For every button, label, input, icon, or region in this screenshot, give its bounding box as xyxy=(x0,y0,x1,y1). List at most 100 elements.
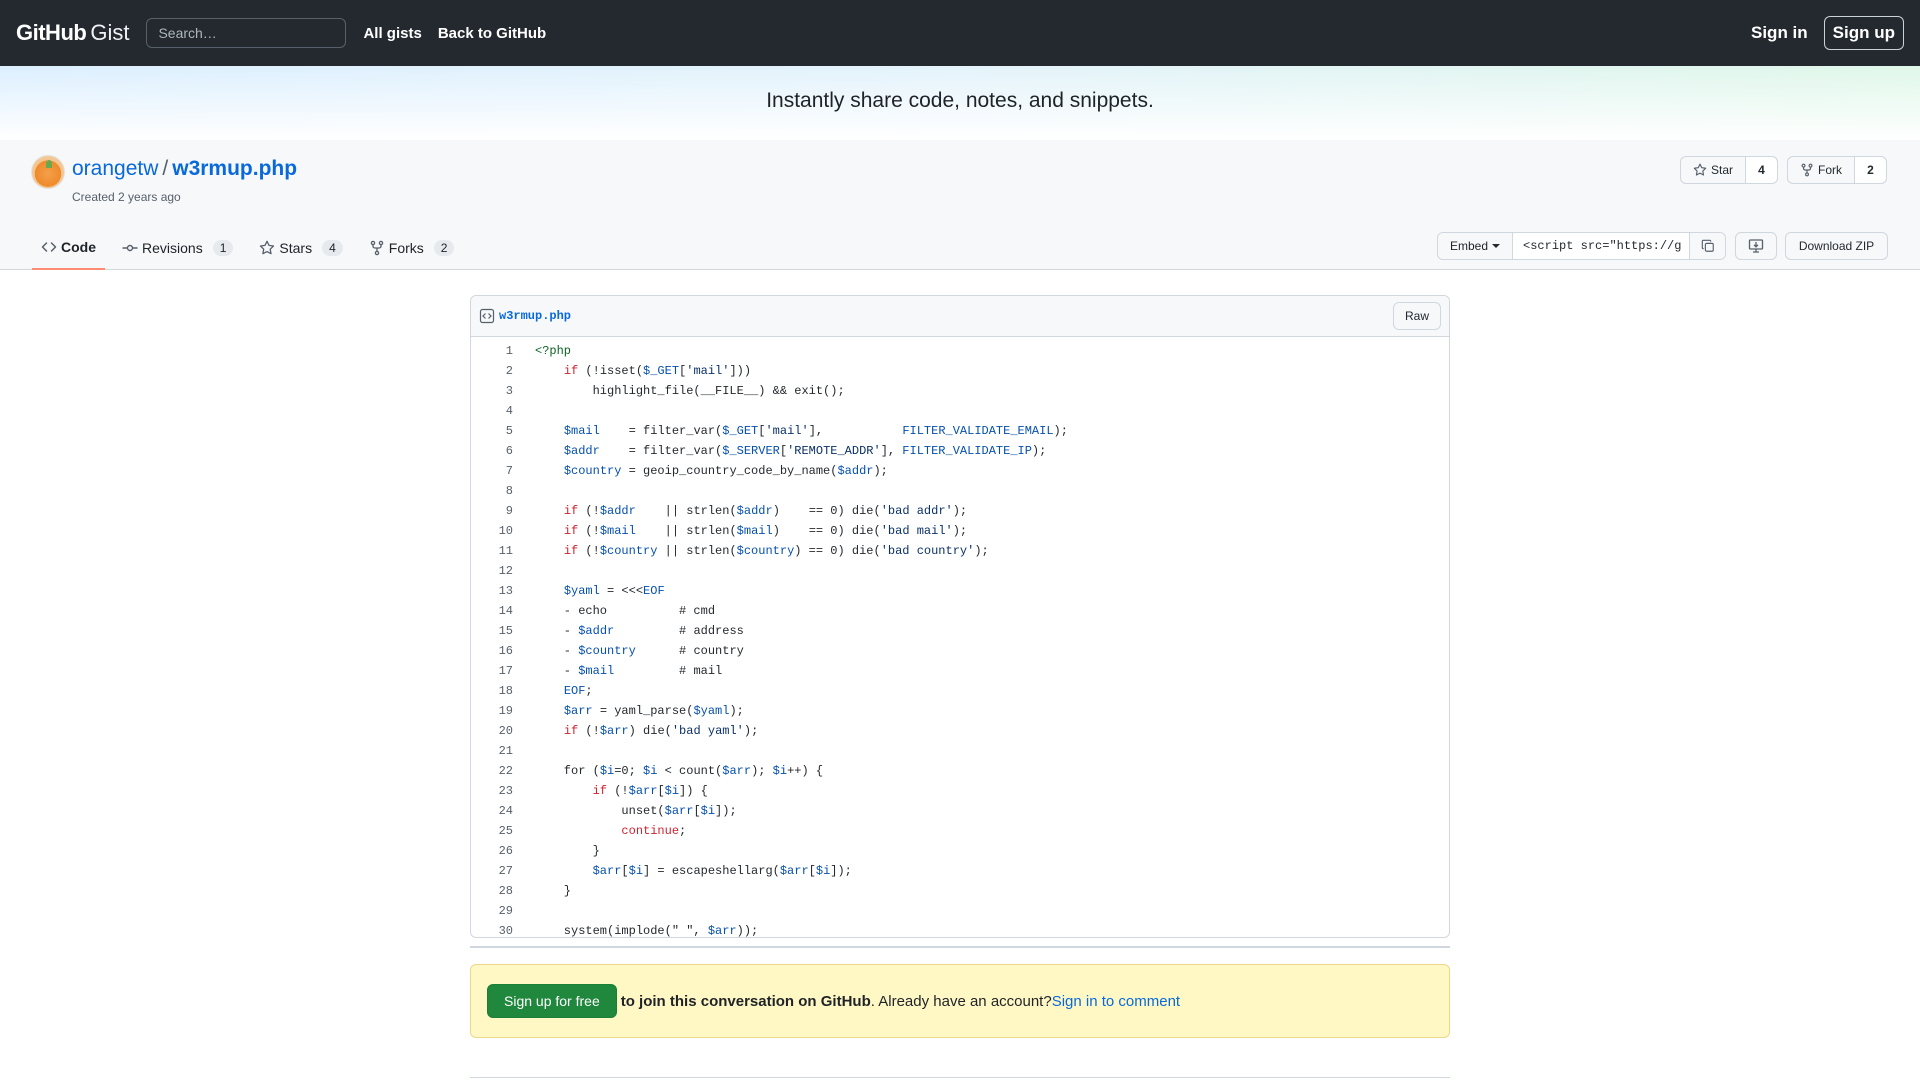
line-number[interactable]: 22 xyxy=(471,764,513,778)
code-view: 1 <?php 2 if (!isset($_GET['mail'])) 3 high… xyxy=(471,337,1449,938)
code-icon xyxy=(41,242,57,252)
nav-back-to-github[interactable]: Back to GitHub xyxy=(438,25,546,42)
line-number[interactable]: 28 xyxy=(471,884,513,898)
line-number[interactable]: 1 xyxy=(471,344,513,358)
line-number[interactable]: 12 xyxy=(471,564,513,578)
code-text: } xyxy=(535,844,600,858)
line-number[interactable]: 10 xyxy=(471,524,513,538)
revisions-count: 1 xyxy=(212,240,234,256)
line-number[interactable]: 23 xyxy=(471,784,513,798)
tab-code[interactable]: Code xyxy=(32,236,105,270)
line-number[interactable]: 24 xyxy=(471,804,513,818)
line-number[interactable]: 25 xyxy=(471,824,513,838)
raw-button[interactable]: Raw xyxy=(1392,302,1441,330)
code-line: 5 $mail = filter_var($_GET['mail'], FILT… xyxy=(471,421,1449,441)
file-name-link[interactable]: w3rmup.php xyxy=(499,309,571,323)
code-text: for ($i=0; $i < count($arr); $i++) { xyxy=(535,764,824,778)
line-number[interactable]: 9 xyxy=(471,504,513,518)
code-line: 19 $arr = yaml_parse($yaml); xyxy=(471,701,1449,721)
fork-count[interactable]: 2 xyxy=(1855,157,1886,183)
code-text: system(implode(" ", $arr)); xyxy=(535,924,759,938)
forks-count: 2 xyxy=(433,240,455,256)
open-in-desktop-button[interactable] xyxy=(1735,232,1777,260)
avatar[interactable] xyxy=(31,155,65,189)
star-button[interactable]: Star 4 xyxy=(1680,156,1779,184)
fork-button[interactable]: Fork 2 xyxy=(1787,156,1887,184)
stars-count: 4 xyxy=(322,240,343,256)
tab-code-label: Code xyxy=(61,239,96,255)
gist-title: orangetw / w3rmup.php xyxy=(72,157,297,181)
line-number[interactable]: 7 xyxy=(471,464,513,478)
gist-filename-link[interactable]: w3rmup.php xyxy=(172,157,297,181)
tagline-banner: Instantly share code, notes, and snippet… xyxy=(0,66,1920,140)
code-text: continue; xyxy=(621,824,687,838)
code-text: $arr = yaml_parse($yaml); xyxy=(563,704,744,718)
line-number[interactable]: 8 xyxy=(471,484,513,498)
embed-select[interactable]: Embed xyxy=(1438,233,1514,259)
star-label-area[interactable]: Star xyxy=(1681,157,1747,183)
code-text: $addr = filter_var($_SERVER['REMOTE_ADDR… xyxy=(563,444,1047,458)
code-line: 2 if (!isset($_GET['mail'])) xyxy=(471,361,1449,381)
line-number[interactable]: 14 xyxy=(471,604,513,618)
line-number[interactable]: 26 xyxy=(471,844,513,858)
line-number[interactable]: 5 xyxy=(471,424,513,438)
tab-forks[interactable]: Forks 2 xyxy=(360,236,464,270)
line-number[interactable]: 11 xyxy=(471,544,513,558)
line-number[interactable]: 2 xyxy=(471,364,513,378)
line-number[interactable]: 30 xyxy=(471,924,513,937)
desktop-download-icon xyxy=(1748,239,1764,253)
code-line: 11 if (!$country || strlen($country) == … xyxy=(471,541,1449,561)
owner-link[interactable]: orangetw xyxy=(72,157,158,181)
prompt-bold-text: to join this conversation on GitHub xyxy=(620,992,871,1010)
top-nav-bar: GitHub Gist All gists Back to GitHub Sig… xyxy=(0,0,1920,66)
code-line: 6 $addr = filter_var($_SERVER['REMOTE_AD… xyxy=(471,441,1449,461)
code-line: 18 EOF; xyxy=(471,681,1449,701)
line-number[interactable]: 18 xyxy=(471,684,513,698)
code-text: if (!$country || strlen($country) == 0) … xyxy=(563,544,989,558)
section-divider xyxy=(470,946,1450,948)
code-text: - $addr # address xyxy=(535,624,744,638)
github-gist-logo[interactable]: GitHub Gist xyxy=(16,20,129,46)
embed-url-field[interactable]: <script src="https://g xyxy=(1513,233,1689,259)
tab-revisions[interactable]: Revisions 1 xyxy=(113,236,242,270)
star-label: Star xyxy=(1711,163,1734,177)
line-number[interactable]: 27 xyxy=(471,864,513,878)
code-text: if (!$mail || strlen($mail) == 0) die('b… xyxy=(563,524,968,538)
line-number[interactable]: 15 xyxy=(471,624,513,638)
code-text: <?php xyxy=(535,344,572,358)
sign-in-link[interactable]: Sign in xyxy=(1751,23,1808,43)
line-number[interactable]: 20 xyxy=(471,724,513,738)
code-line: 24 unset($arr[$i]); xyxy=(471,801,1449,821)
line-number[interactable]: 13 xyxy=(471,584,513,598)
line-number[interactable]: 29 xyxy=(471,904,513,918)
code-text: if (!$arr[$i]) { xyxy=(592,784,708,798)
code-line: 8 xyxy=(471,481,1449,501)
line-number[interactable]: 16 xyxy=(471,644,513,658)
copy-button[interactable] xyxy=(1689,233,1726,259)
code-line: 29 xyxy=(471,901,1449,921)
download-zip-button[interactable]: Download ZIP xyxy=(1785,232,1888,260)
code-line: 27 $arr[$i] = escapeshellarg($arr[$i]); xyxy=(471,861,1449,881)
bottom-divider xyxy=(470,1077,1450,1078)
line-number[interactable]: 19 xyxy=(471,704,513,718)
star-count[interactable]: 4 xyxy=(1746,157,1778,183)
logo-github-text: GitHub xyxy=(16,20,87,45)
sign-up-button[interactable]: Sign up xyxy=(1823,16,1904,50)
sign-in-to-comment-link[interactable]: Sign in to comment xyxy=(1052,993,1180,1010)
star-icon xyxy=(1693,163,1707,176)
code-line: 25 continue; xyxy=(471,821,1449,841)
nav-all-gists[interactable]: All gists xyxy=(363,25,421,42)
line-number[interactable]: 4 xyxy=(471,404,513,418)
tab-stars[interactable]: Stars 4 xyxy=(250,236,351,270)
sign-up-for-free-button[interactable]: Sign up for free xyxy=(487,984,617,1018)
code-line: 10 if (!$mail || strlen($mail) == 0) die… xyxy=(471,521,1449,541)
tab-forks-label: Forks xyxy=(388,240,424,256)
line-number[interactable]: 3 xyxy=(471,384,513,398)
fork-label-area[interactable]: Fork xyxy=(1788,157,1855,183)
line-number[interactable]: 17 xyxy=(471,664,513,678)
line-number[interactable]: 21 xyxy=(471,744,513,758)
line-number[interactable]: 6 xyxy=(471,444,513,458)
code-text: - echo # cmd xyxy=(535,604,716,618)
code-text: - $country # country xyxy=(535,644,744,658)
search-input[interactable] xyxy=(146,18,347,48)
